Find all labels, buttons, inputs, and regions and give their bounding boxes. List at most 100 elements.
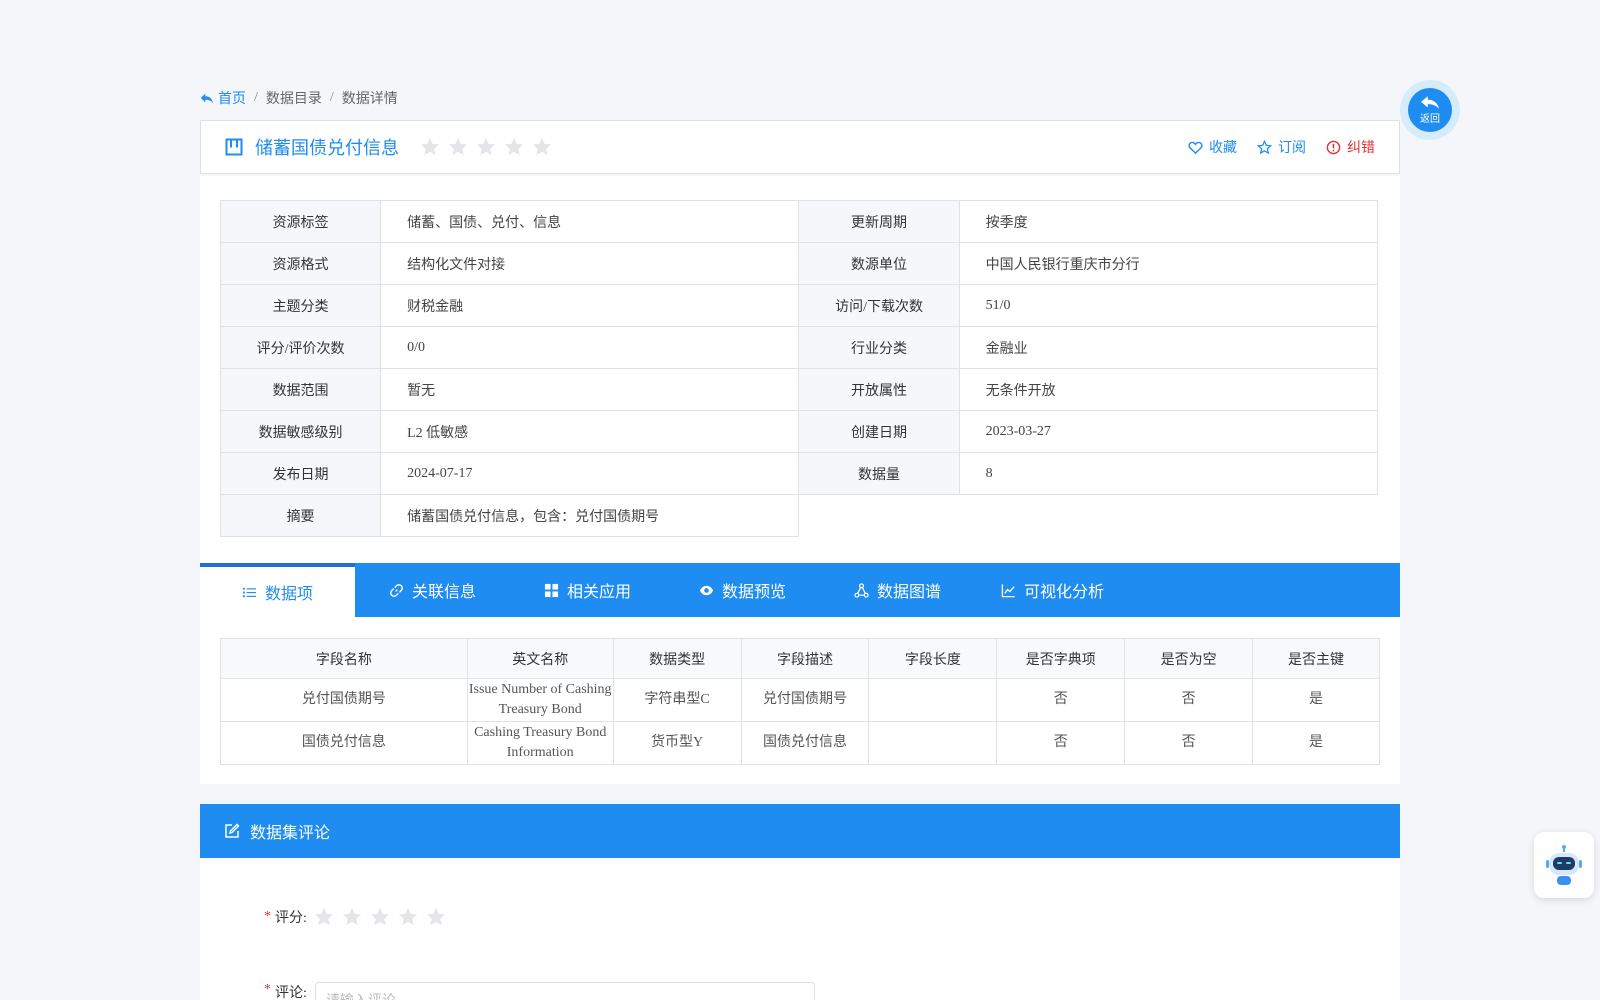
edit-icon: [225, 823, 240, 838]
back-button[interactable]: 返回: [1400, 80, 1460, 140]
table-row: 发布日期 2024-07-17 数据量 8: [219, 452, 1379, 495]
field-value: 储蓄、国债、兑付、信息: [380, 200, 800, 243]
star-icon[interactable]: [397, 906, 419, 928]
breadcrumb-separator: /: [329, 90, 334, 105]
field-value: 金融业: [958, 326, 1379, 369]
column-header: 字段描述: [740, 638, 870, 679]
back-button-inner[interactable]: 返回: [1408, 88, 1452, 132]
field-value: 结构化文件对接: [380, 242, 800, 285]
robot-icon: [1546, 845, 1582, 885]
star-icon[interactable]: [313, 906, 335, 928]
empty-cell: [799, 495, 1378, 537]
assistant-button[interactable]: [1534, 832, 1594, 898]
star-icon[interactable]: [341, 906, 363, 928]
table-cell: [868, 678, 998, 722]
breadcrumb-item-current: 数据详情: [341, 92, 398, 107]
detail-tabs: 数据项 关联信息 相关应用 数据预览 数据图谱 可视化分析: [200, 563, 1400, 617]
comment-input[interactable]: [314, 982, 815, 1000]
reply-icon: [200, 93, 214, 104]
subscribe-label: 订阅: [1278, 141, 1306, 156]
star-outline-icon: [1257, 139, 1272, 154]
line-chart-icon: [1001, 583, 1015, 597]
field-value: 51/0: [958, 284, 1379, 327]
eye-icon: [699, 585, 714, 595]
table-cell: 否: [996, 721, 1126, 765]
tab-data-items[interactable]: 数据项: [200, 563, 355, 617]
table-row: 资源标签 储蓄、国债、兑付、信息 更新周期 按季度: [219, 200, 1379, 243]
field-value: 2024-07-17: [380, 452, 800, 495]
reply-icon: [1421, 95, 1439, 109]
table-cell: 国债兑付信息: [220, 721, 468, 765]
comment-row: * 评论:: [264, 982, 815, 1000]
table-cell: 是: [1252, 721, 1380, 765]
tab-related-info[interactable]: 关联信息: [355, 563, 510, 617]
table-row: 摘要 储蓄国债兑付信息，包含：兑付国债期号: [219, 494, 1378, 537]
tab-label: 数据预览: [721, 584, 786, 601]
alert-circle-icon: [1326, 140, 1341, 154]
field-label: 行业分类: [798, 326, 960, 369]
column-header: 是否为空: [1124, 638, 1254, 679]
table-cell: 国债兑付信息: [740, 721, 870, 765]
tab-label: 可视化分析: [1023, 584, 1104, 601]
column-header: 字段名称: [220, 638, 468, 679]
subscribe-button[interactable]: 订阅: [1257, 137, 1306, 157]
favorite-label: 收藏: [1209, 141, 1237, 156]
field-label: 访问/下载次数: [798, 284, 960, 327]
table-header-row: 字段名称 英文名称 数据类型 字段描述 字段长度 是否字典项 是否为空 是否主键: [220, 638, 1380, 679]
star-icon: [504, 137, 524, 156]
field-value: 按季度: [958, 200, 1379, 243]
field-label: 更新周期: [798, 200, 960, 243]
table-row: 数据范围 暂无 开放属性 无条件开放: [219, 368, 1379, 411]
grid-icon: [544, 583, 559, 597]
tab-data-graph[interactable]: 数据图谱: [820, 563, 975, 617]
field-value: 无条件开放: [958, 368, 1379, 411]
field-label: 主题分类: [219, 284, 382, 327]
tab-related-apps[interactable]: 相关应用: [510, 563, 665, 617]
breadcrumb-item-catalog[interactable]: 数据目录: [266, 88, 322, 108]
field-label: 数源单位: [798, 242, 960, 285]
link-icon: [390, 583, 403, 597]
breadcrumb-home[interactable]: 首页: [200, 88, 246, 108]
rating-label: 评分:: [275, 911, 307, 926]
field-value: 8: [958, 452, 1379, 495]
metadata-table: 资源标签 储蓄、国债、兑付、信息 更新周期 按季度 资源格式 结构化文件对接 数…: [219, 200, 1379, 537]
table-cell: 否: [1124, 721, 1254, 765]
comments-title: 数据集评论: [250, 825, 331, 842]
star-icon: [476, 137, 496, 156]
favorite-button[interactable]: 收藏: [1188, 137, 1237, 157]
star-icon[interactable]: [425, 906, 447, 928]
report-error-button[interactable]: 纠错: [1326, 137, 1375, 157]
table-row: 主题分类 财税金融 访问/下载次数 51/0: [219, 284, 1379, 327]
star-icon: [420, 137, 440, 156]
table-row: 兑付国债期号 Issue Number of Cashing Treasury …: [220, 678, 1380, 722]
star-icon[interactable]: [369, 906, 391, 928]
breadcrumb-home-label: 首页: [218, 92, 246, 107]
star-icon: [532, 137, 552, 156]
column-header: 是否字典项: [996, 638, 1126, 679]
column-header: 是否主键: [1252, 638, 1380, 679]
field-value: 中国人民银行重庆市分行: [958, 242, 1379, 285]
tab-label: 数据项: [264, 586, 313, 603]
column-header: 字段长度: [868, 638, 998, 679]
dataset-rating: [419, 136, 553, 158]
tab-data-preview[interactable]: 数据预览: [665, 563, 820, 617]
comments-header: 数据集评论: [200, 804, 1400, 858]
field-value: 0/0: [380, 326, 800, 369]
tab-label: 数据图谱: [876, 584, 941, 601]
heart-icon: [1188, 141, 1203, 154]
field-label: 资源标签: [219, 200, 382, 243]
tab-visual-analysis[interactable]: 可视化分析: [975, 563, 1130, 617]
title-bar: 储蓄国债兑付信息 收藏 订阅 纠错: [200, 120, 1400, 174]
table-cell: 否: [1124, 678, 1254, 722]
field-label: 数据敏感级别: [219, 410, 382, 453]
table-cell: 否: [996, 678, 1126, 722]
rating-input[interactable]: [313, 906, 447, 928]
table-row: 资源格式 结构化文件对接 数源单位 中国人民银行重庆市分行: [219, 242, 1379, 285]
table-cell: Cashing Treasury Bond Information: [466, 721, 614, 765]
column-header: 数据类型: [612, 638, 742, 679]
field-value: L2 低敏感: [380, 410, 800, 453]
table-row: 数据敏感级别 L2 低敏感 创建日期 2023-03-27: [219, 410, 1379, 453]
table-row: 评分/评价次数 0/0 行业分类 金融业: [219, 326, 1379, 369]
required-mark: *: [264, 909, 271, 924]
breadcrumb-separator: /: [254, 90, 258, 105]
